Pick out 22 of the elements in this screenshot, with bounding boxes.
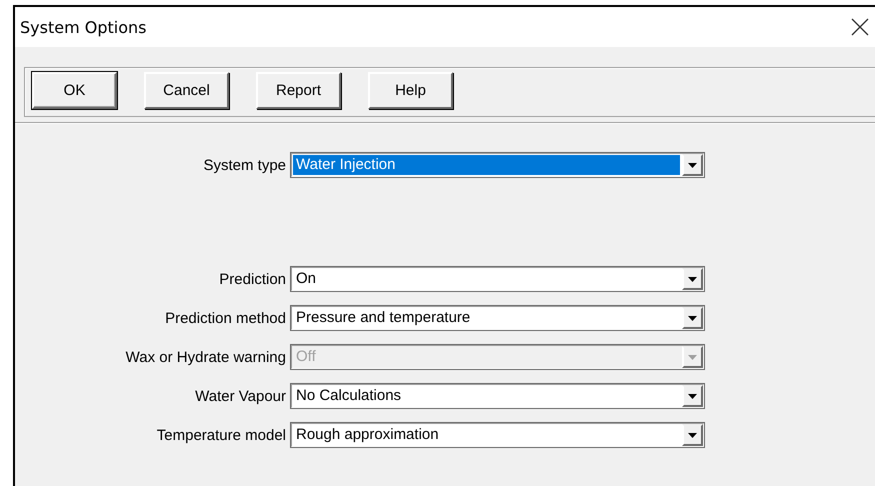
field-label: System type xyxy=(202,156,286,174)
window-title: System Options xyxy=(20,18,146,36)
dropdown-field[interactable]: Water Injection xyxy=(290,152,705,178)
close-icon[interactable] xyxy=(851,18,869,36)
field-label: Water Vapour xyxy=(194,388,286,404)
field-label: Prediction method xyxy=(164,310,286,326)
field-label: Temperature model xyxy=(156,426,286,444)
field-label: Prediction xyxy=(218,270,286,288)
dialog-button[interactable]: Help xyxy=(368,72,453,109)
dropdown-field[interactable]: On xyxy=(290,266,705,292)
dropdown-arrow-icon[interactable] xyxy=(688,162,697,168)
ok-button[interactable]: OK xyxy=(32,72,117,109)
dropdown-field[interactable]: Rough approximation xyxy=(290,422,705,448)
dropdown-field[interactable]: No Calculations xyxy=(290,383,705,409)
dialog-button[interactable]: Report xyxy=(256,72,341,109)
dropdown-arrow-icon[interactable] xyxy=(688,432,697,438)
dialog-button[interactable]: Cancel xyxy=(144,72,229,109)
field-label: Wax or Hydrate warning xyxy=(124,348,286,366)
dropdown-arrow-icon[interactable] xyxy=(688,316,697,320)
dropdown-arrow-icon[interactable] xyxy=(688,276,697,282)
dropdown-field[interactable]: Pressure and temperature xyxy=(290,305,705,331)
dropdown-arrow-icon[interactable] xyxy=(688,394,697,398)
